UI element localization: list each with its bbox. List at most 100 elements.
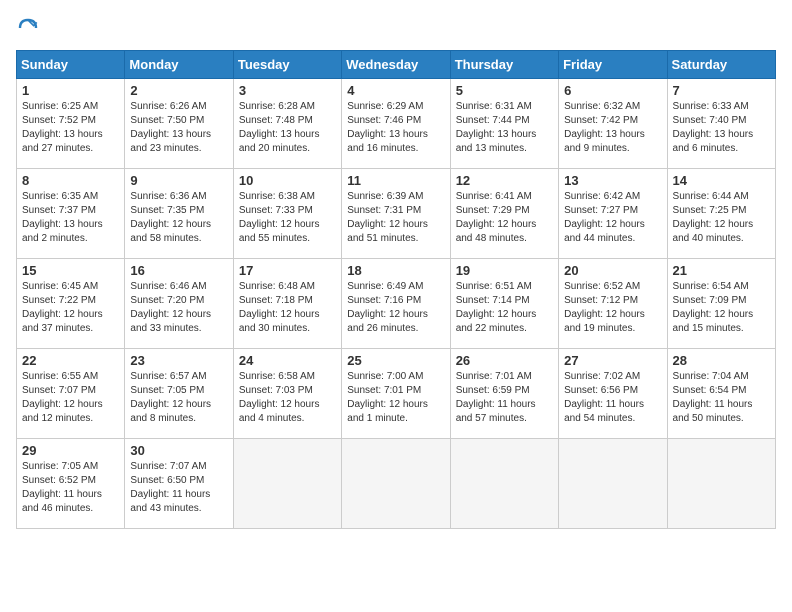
logo-icon xyxy=(16,16,40,40)
weekday-header: Wednesday xyxy=(342,51,450,79)
calendar-cell: 20 Sunrise: 6:52 AMSunset: 7:12 PMDayligh… xyxy=(559,259,667,349)
cell-info: Sunrise: 7:00 AMSunset: 7:01 PMDaylight:… xyxy=(347,371,428,424)
calendar-cell: 11 Sunrise: 6:39 AMSunset: 7:31 PMDayligh… xyxy=(342,169,450,259)
calendar-week-row: 22 Sunrise: 6:55 AMSunset: 7:07 PMDayligh… xyxy=(17,349,776,439)
cell-info: Sunrise: 6:26 AMSunset: 7:50 PMDaylight:… xyxy=(130,101,211,154)
calendar-cell: 29 Sunrise: 7:05 AMSunset: 6:52 PMDayligh… xyxy=(17,439,125,529)
cell-info: Sunrise: 6:48 AMSunset: 7:18 PMDaylight:… xyxy=(239,281,320,334)
day-number: 11 xyxy=(347,173,444,188)
cell-info: Sunrise: 6:54 AMSunset: 7:09 PMDaylight:… xyxy=(673,281,754,334)
cell-info: Sunrise: 6:41 AMSunset: 7:29 PMDaylight:… xyxy=(456,191,537,244)
weekday-header: Tuesday xyxy=(233,51,341,79)
weekday-header: Saturday xyxy=(667,51,775,79)
day-number: 6 xyxy=(564,83,661,98)
calendar-cell: 26Sunrise: 7:01 AMSunset: 6:59 PMDayligh… xyxy=(450,349,558,439)
calendar-cell: 7Sunrise: 6:33 AMSunset: 7:40 PMDaylight… xyxy=(667,79,775,169)
day-number: 4 xyxy=(347,83,444,98)
calendar-cell: 28 Sunrise: 7:04 AMSunset: 6:54 PMDayligh… xyxy=(667,349,775,439)
day-number: 2 xyxy=(130,83,227,98)
day-number: 10 xyxy=(239,173,336,188)
calendar-cell: 14 Sunrise: 6:44 AMSunset: 7:25 PMDayligh… xyxy=(667,169,775,259)
calendar-cell xyxy=(667,439,775,529)
day-number: 18 xyxy=(347,263,444,278)
calendar-cell: 30 Sunrise: 7:07 AMSunset: 6:50 PMDayligh… xyxy=(125,439,233,529)
calendar-cell: 16Sunrise: 6:46 AMSunset: 7:20 PMDayligh… xyxy=(125,259,233,349)
cell-info: Sunrise: 6:35 AMSunset: 7:37 PMDaylight:… xyxy=(22,191,103,244)
cell-info: Sunrise: 7:07 AMSunset: 6:50 PMDaylight:… xyxy=(130,461,210,514)
cell-info: Sunrise: 6:39 AMSunset: 7:31 PMDaylight:… xyxy=(347,191,428,244)
day-number: 7 xyxy=(673,83,770,98)
calendar-cell: 27 Sunrise: 7:02 AMSunset: 6:56 PMDayligh… xyxy=(559,349,667,439)
day-number: 24 xyxy=(239,353,336,368)
logo xyxy=(16,16,44,40)
calendar-cell: 25Sunrise: 7:00 AMSunset: 7:01 PMDayligh… xyxy=(342,349,450,439)
day-number: 21 xyxy=(673,263,770,278)
calendar-week-row: 1 Sunrise: 6:25 AMSunset: 7:52 PMDaylight… xyxy=(17,79,776,169)
calendar-cell: 17 Sunrise: 6:48 AMSunset: 7:18 PMDayligh… xyxy=(233,259,341,349)
cell-info: Sunrise: 7:05 AMSunset: 6:52 PMDaylight:… xyxy=(22,461,102,514)
calendar-cell: 2 Sunrise: 6:26 AMSunset: 7:50 PMDaylight… xyxy=(125,79,233,169)
day-number: 3 xyxy=(239,83,336,98)
cell-info: Sunrise: 7:01 AMSunset: 6:59 PMDaylight:… xyxy=(456,371,536,424)
calendar-cell: 22 Sunrise: 6:55 AMSunset: 7:07 PMDayligh… xyxy=(17,349,125,439)
calendar-cell: 19 Sunrise: 6:51 AMSunset: 7:14 PMDayligh… xyxy=(450,259,558,349)
weekday-header: Monday xyxy=(125,51,233,79)
day-number: 17 xyxy=(239,263,336,278)
calendar-week-row: 15 Sunrise: 6:45 AMSunset: 7:22 PMDayligh… xyxy=(17,259,776,349)
calendar-cell: 24 Sunrise: 6:58 AMSunset: 7:03 PMDayligh… xyxy=(233,349,341,439)
weekday-header: Thursday xyxy=(450,51,558,79)
cell-info: Sunrise: 6:32 AMSunset: 7:42 PMDaylight:… xyxy=(564,101,645,154)
cell-info: Sunrise: 6:57 AMSunset: 7:05 PMDaylight:… xyxy=(130,371,211,424)
day-number: 13 xyxy=(564,173,661,188)
calendar-cell: 18 Sunrise: 6:49 AMSunset: 7:16 PMDayligh… xyxy=(342,259,450,349)
cell-info: Sunrise: 7:04 AMSunset: 6:54 PMDaylight:… xyxy=(673,371,753,424)
day-number: 28 xyxy=(673,353,770,368)
calendar-cell: 1 Sunrise: 6:25 AMSunset: 7:52 PMDaylight… xyxy=(17,79,125,169)
calendar-header-row: SundayMondayTuesdayWednesdayThursdayFrid… xyxy=(17,51,776,79)
calendar-cell: 3 Sunrise: 6:28 AMSunset: 7:48 PMDaylight… xyxy=(233,79,341,169)
calendar-cell: 21 Sunrise: 6:54 AMSunset: 7:09 PMDayligh… xyxy=(667,259,775,349)
cell-info: Sunrise: 6:28 AMSunset: 7:48 PMDaylight:… xyxy=(239,101,320,154)
day-number: 14 xyxy=(673,173,770,188)
cell-info: Sunrise: 6:31 AMSunset: 7:44 PMDaylight:… xyxy=(456,101,537,154)
day-number: 27 xyxy=(564,353,661,368)
day-number: 1 xyxy=(22,83,119,98)
calendar-cell: 5 Sunrise: 6:31 AMSunset: 7:44 PMDaylight… xyxy=(450,79,558,169)
day-number: 19 xyxy=(456,263,553,278)
day-number: 20 xyxy=(564,263,661,278)
cell-info: Sunrise: 6:29 AMSunset: 7:46 PMDaylight:… xyxy=(347,101,428,154)
day-number: 9 xyxy=(130,173,227,188)
calendar-cell: 10Sunrise: 6:38 AMSunset: 7:33 PMDayligh… xyxy=(233,169,341,259)
cell-info: Sunrise: 6:45 AMSunset: 7:22 PMDaylight:… xyxy=(22,281,103,334)
cell-info: Sunrise: 6:58 AMSunset: 7:03 PMDaylight:… xyxy=(239,371,320,424)
day-number: 8 xyxy=(22,173,119,188)
calendar-cell xyxy=(450,439,558,529)
cell-info: Sunrise: 6:46 AMSunset: 7:20 PMDaylight:… xyxy=(130,281,211,334)
cell-info: Sunrise: 6:44 AMSunset: 7:25 PMDaylight:… xyxy=(673,191,754,244)
day-number: 29 xyxy=(22,443,119,458)
cell-info: Sunrise: 6:42 AMSunset: 7:27 PMDaylight:… xyxy=(564,191,645,244)
weekday-header: Sunday xyxy=(17,51,125,79)
calendar-week-row: 29 Sunrise: 7:05 AMSunset: 6:52 PMDayligh… xyxy=(17,439,776,529)
cell-info: Sunrise: 6:55 AMSunset: 7:07 PMDaylight:… xyxy=(22,371,103,424)
day-number: 5 xyxy=(456,83,553,98)
calendar-cell: 13 Sunrise: 6:42 AMSunset: 7:27 PMDayligh… xyxy=(559,169,667,259)
day-number: 15 xyxy=(22,263,119,278)
calendar-cell: 8 Sunrise: 6:35 AMSunset: 7:37 PMDaylight… xyxy=(17,169,125,259)
calendar-cell: 6 Sunrise: 6:32 AMSunset: 7:42 PMDaylight… xyxy=(559,79,667,169)
cell-info: Sunrise: 7:02 AMSunset: 6:56 PMDaylight:… xyxy=(564,371,644,424)
day-number: 22 xyxy=(22,353,119,368)
day-number: 23 xyxy=(130,353,227,368)
cell-info: Sunrise: 6:25 AMSunset: 7:52 PMDaylight:… xyxy=(22,101,103,154)
cell-info: Sunrise: 6:51 AMSunset: 7:14 PMDaylight:… xyxy=(456,281,537,334)
day-number: 30 xyxy=(130,443,227,458)
calendar-cell: 4 Sunrise: 6:29 AMSunset: 7:46 PMDaylight… xyxy=(342,79,450,169)
calendar-cell: 9 Sunrise: 6:36 AMSunset: 7:35 PMDaylight… xyxy=(125,169,233,259)
cell-info: Sunrise: 6:52 AMSunset: 7:12 PMDaylight:… xyxy=(564,281,645,334)
calendar-cell xyxy=(342,439,450,529)
calendar-cell xyxy=(233,439,341,529)
calendar-cell: 23 Sunrise: 6:57 AMSunset: 7:05 PMDayligh… xyxy=(125,349,233,439)
calendar-cell: 15 Sunrise: 6:45 AMSunset: 7:22 PMDayligh… xyxy=(17,259,125,349)
cell-info: Sunrise: 6:36 AMSunset: 7:35 PMDaylight:… xyxy=(130,191,211,244)
cell-info: Sunrise: 6:49 AMSunset: 7:16 PMDaylight:… xyxy=(347,281,428,334)
